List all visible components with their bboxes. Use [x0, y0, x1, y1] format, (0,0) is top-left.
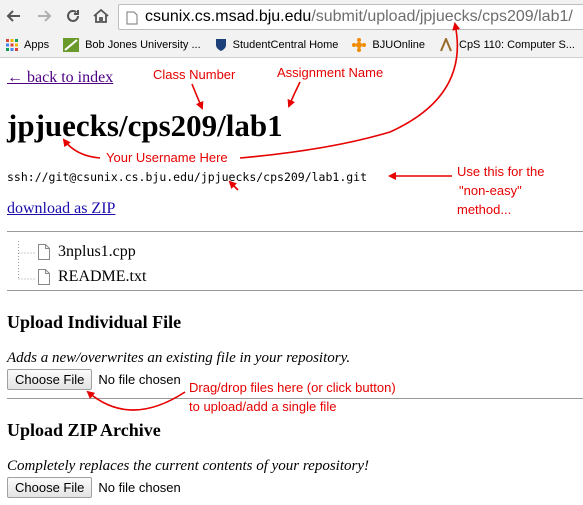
page-content: ← back to index jpjuecks/cps209/lab1 ssh… [0, 58, 583, 505]
annotation-dragdrop: Drag/drop files here (or click button) t… [189, 378, 396, 416]
annotation-line: Use this for the [457, 164, 545, 179]
choose-zip-button[interactable]: Choose File [7, 477, 93, 498]
file-item[interactable]: 3nplus1.cpp [38, 243, 136, 261]
divider [7, 231, 583, 232]
page-info-icon[interactable] [126, 11, 138, 25]
forward-arrow-icon[interactable] [32, 4, 56, 28]
studentcentral-shield-icon [215, 39, 226, 51]
bjuonline-icon [352, 38, 367, 52]
url-text: csunix.cs.msad.bju.edu/submit/upload/jpj… [119, 8, 573, 26]
browser-toolbar: csunix.cs.msad.bju.edu/submit/upload/jpj… [0, 0, 583, 33]
bookmark-apps[interactable]: Apps [6, 39, 49, 51]
upload-zip-heading: Upload ZIP Archive [7, 420, 161, 440]
upload-zip-description: Completely replaces the current contents… [7, 458, 369, 474]
choose-file-button[interactable]: Choose File [7, 369, 93, 390]
upload-file-chooser[interactable]: Choose File No file chosen [7, 369, 181, 390]
divider [7, 290, 583, 291]
annotation-line: "non-easy" [459, 183, 522, 198]
file-name: README.txt [58, 268, 147, 285]
bookmark-label: CpS 110: Computer S... [459, 39, 575, 51]
bookmark-label: Apps [24, 39, 50, 51]
bookmark-bjuonline[interactable]: BJUOnline [352, 38, 425, 52]
upload-file-description: Adds a new/overwrites an existing file i… [7, 350, 351, 366]
file-icon [38, 244, 50, 260]
url-host: csunix.cs.msad.bju.edu [145, 8, 312, 25]
file-name: 3nplus1.cpp [58, 243, 136, 260]
bookmark-bju[interactable]: Bob Jones University ... [63, 38, 201, 52]
bookmark-label: Bob Jones University ... [85, 39, 201, 51]
bookmark-label: BJUOnline [372, 39, 425, 51]
bookmark-cps110[interactable]: CpS 110: Computer S... [439, 38, 575, 52]
cps-bookmark-icon [440, 38, 452, 52]
bookmark-studentcentral[interactable]: StudentCentral Home [215, 38, 339, 52]
address-bar[interactable]: csunix.cs.msad.bju.edu/submit/upload/jpj… [118, 4, 583, 30]
bju-shield-icon [63, 38, 80, 52]
reload-icon[interactable] [61, 4, 85, 28]
ssh-clone-url: ssh://git@csunix.cs.bju.edu/jpjuecks/cps… [7, 170, 368, 184]
page-title: jpjuecks/cps209/lab1 [7, 108, 283, 143]
annotation-assignment-name: Assignment Name [277, 65, 384, 80]
annotation-non-easy: Use this for the "non-easy" method... [457, 162, 544, 219]
upload-zip-chooser[interactable]: Choose File No file chosen [7, 477, 181, 498]
file-tree: 3nplus1.cpp README.txt [18, 241, 218, 291]
annotation-class-number: Class Number [153, 67, 236, 82]
annotation-line: method... [457, 202, 512, 217]
home-icon[interactable] [89, 4, 113, 28]
upload-file-heading: Upload Individual File [7, 312, 182, 332]
file-status: No file chosen [98, 372, 181, 387]
bookmarks-bar: Apps Bob Jones University ... StudentCen… [0, 33, 583, 58]
bookmark-label: StudentCentral Home [232, 39, 339, 51]
zip-status: No file chosen [98, 480, 181, 495]
file-item[interactable]: README.txt [38, 268, 146, 286]
url-path: /submit/upload/jpjuecks/cps209/lab1/ [311, 8, 573, 25]
download-zip-link[interactable]: download as ZIP [7, 200, 115, 218]
file-icon [38, 269, 50, 285]
annotation-line: Drag/drop files here (or click button) [189, 380, 396, 395]
apps-grid-icon [6, 39, 18, 51]
back-arrow-icon[interactable] [2, 4, 26, 28]
tree-lines [18, 241, 36, 280]
back-to-index-link[interactable]: ← back to index [7, 69, 113, 87]
annotation-username: Your Username Here [106, 150, 228, 165]
annotation-line: to upload/add a single file [189, 399, 337, 414]
